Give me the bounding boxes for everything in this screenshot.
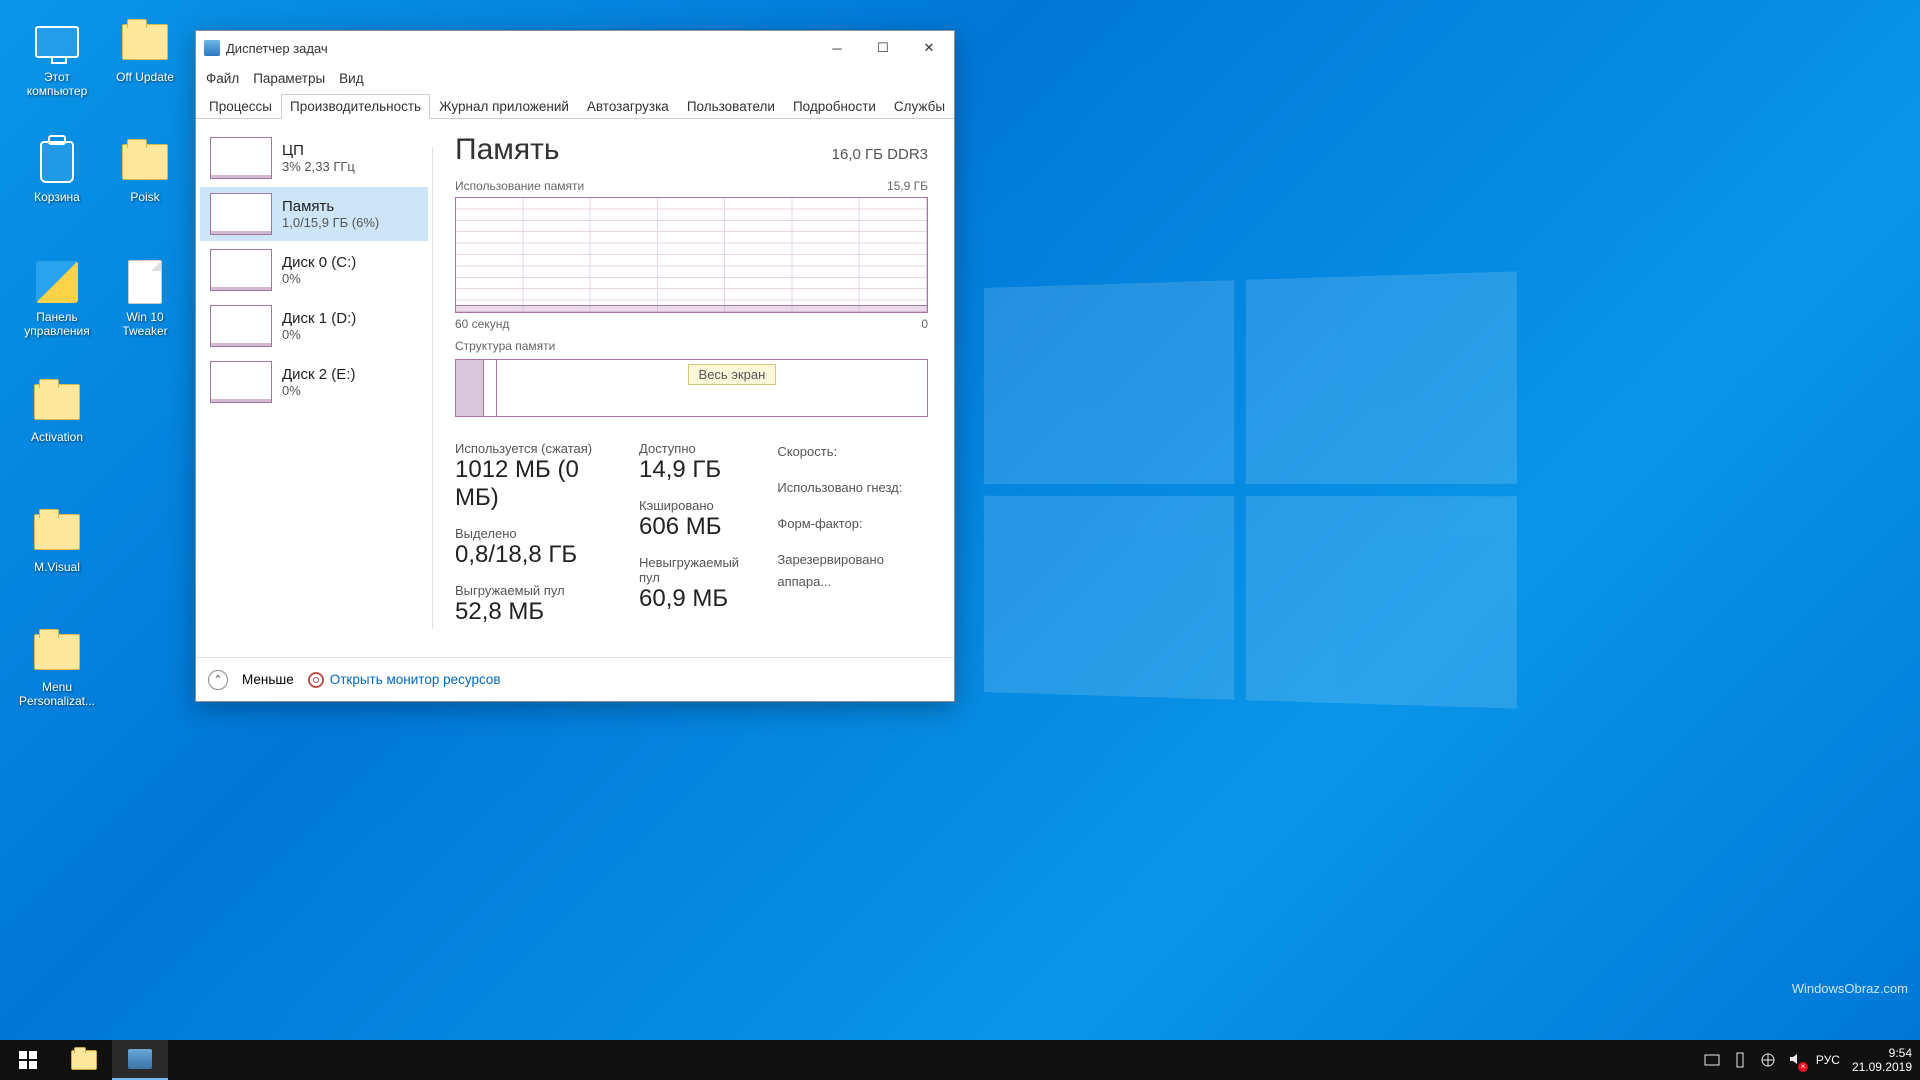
desktop-icon-label: Корзина bbox=[34, 190, 80, 204]
desktop-icon-win10-tweaker[interactable]: Win 10 Tweaker bbox=[100, 258, 190, 338]
tab-2[interactable]: Журнал приложений bbox=[430, 94, 578, 118]
resource-monitor-link[interactable]: Открыть монитор ресурсов bbox=[308, 672, 501, 688]
tooltip: Весь экран bbox=[688, 364, 777, 385]
kv-row: Использовано гнезд: bbox=[777, 477, 928, 499]
menubar: Файл Параметры Вид bbox=[196, 65, 954, 91]
desktop-icon-menu-personalization[interactable]: Menu Personalizat... bbox=[12, 628, 102, 708]
usb-icon[interactable] bbox=[1732, 1052, 1748, 1068]
language-indicator[interactable]: РУС bbox=[1816, 1053, 1840, 1067]
desktop-icon-recycle-bin[interactable]: Корзина bbox=[12, 138, 102, 204]
menu-параметры[interactable]: Параметры bbox=[253, 71, 325, 86]
desktop-icon-label: Off Update bbox=[116, 70, 174, 84]
menu-вид[interactable]: Вид bbox=[339, 71, 363, 86]
perf-thumb bbox=[210, 305, 272, 347]
window-title: Диспетчер задач bbox=[226, 41, 328, 56]
desktop-icon-label: Этот компьютер bbox=[27, 70, 88, 98]
taskbar[interactable]: × РУС 9:54 21.09.2019 bbox=[0, 1040, 1920, 1080]
composition-label: Структура памяти bbox=[455, 339, 555, 353]
minimize-button[interactable]: ─ bbox=[814, 33, 860, 63]
stat: Выгружаемый пул52,8 МБ bbox=[455, 583, 615, 626]
clock[interactable]: 9:54 21.09.2019 bbox=[1852, 1046, 1912, 1075]
memory-composition-chart[interactable]: Весь экран bbox=[455, 359, 928, 417]
kv-row: Скорость: bbox=[777, 441, 928, 463]
desktop-icon-label: Activation bbox=[31, 430, 83, 444]
task-manager-window: Диспетчер задач ─ ☐ ✕ Файл Параметры Вид П… bbox=[195, 30, 955, 702]
perf-title: Память bbox=[282, 198, 379, 215]
desktop-icon-control-panel[interactable]: Панель управления bbox=[12, 258, 102, 338]
titlebar[interactable]: Диспетчер задач ─ ☐ ✕ bbox=[196, 31, 954, 65]
perf-sub: 3% 2,33 ГГц bbox=[282, 159, 355, 174]
perf-thumb bbox=[210, 193, 272, 235]
desktop-icon-label: Win 10 Tweaker bbox=[122, 310, 167, 338]
axis-left: 60 секунд bbox=[455, 317, 509, 331]
perf-sub: 0% bbox=[282, 383, 355, 398]
perf-title: Диск 1 (D:) bbox=[282, 310, 356, 327]
start-button[interactable] bbox=[0, 1040, 56, 1080]
desktop-icon-activation[interactable]: Activation bbox=[12, 378, 102, 444]
desktop-icon-this-pc[interactable]: Этот компьютер bbox=[12, 18, 102, 98]
stat: Кэшировано606 МБ bbox=[639, 498, 753, 541]
perf-title: Диск 2 (E:) bbox=[282, 366, 355, 383]
kv-row: Зарезервировано аппара... bbox=[777, 549, 928, 593]
desktop-icon-label: Панель управления bbox=[24, 310, 89, 338]
desktop-icon-label: M.Visual bbox=[34, 560, 80, 574]
memory-usage-chart[interactable] bbox=[455, 197, 928, 313]
desktop-icon-mvisual[interactable]: M.Visual bbox=[12, 508, 102, 574]
app-icon bbox=[204, 40, 220, 56]
taskbar-explorer[interactable] bbox=[56, 1040, 112, 1080]
perf-thumb bbox=[210, 137, 272, 179]
desktop-icon-off-update[interactable]: Off Update bbox=[100, 18, 190, 84]
perf-thumb bbox=[210, 249, 272, 291]
stat: Доступно14,9 ГБ bbox=[639, 441, 753, 484]
desktop-icon-label: Menu Personalizat... bbox=[19, 680, 95, 708]
stat: Выделено0,8/18,8 ГБ bbox=[455, 526, 615, 569]
taskbar-task-manager[interactable] bbox=[112, 1040, 168, 1080]
footer: ⌃ Меньше Открыть монитор ресурсов bbox=[196, 657, 954, 701]
stat: Невыгружаемый пул60,9 МБ bbox=[639, 555, 753, 613]
windows-logo-backdrop bbox=[984, 271, 1517, 708]
memory-capacity: 16,0 ГБ DDR3 bbox=[832, 146, 928, 163]
perf-item-1[interactable]: Память1,0/15,9 ГБ (6%) bbox=[200, 187, 428, 241]
maximize-button[interactable]: ☐ bbox=[860, 33, 906, 63]
menu-файл[interactable]: Файл bbox=[206, 71, 239, 86]
perf-title: ЦП bbox=[282, 142, 355, 159]
tab-1[interactable]: Производительность bbox=[281, 94, 430, 119]
perf-item-3[interactable]: Диск 1 (D:)0% bbox=[200, 299, 428, 353]
desktop-icon-poisk[interactable]: Poisk bbox=[100, 138, 190, 204]
tabs: ПроцессыПроизводительностьЖурнал приложе… bbox=[196, 91, 954, 119]
perf-sub: 0% bbox=[282, 271, 356, 286]
perf-sub: 1,0/15,9 ГБ (6%) bbox=[282, 215, 379, 230]
tab-6[interactable]: Службы bbox=[885, 94, 954, 118]
tab-3[interactable]: Автозагрузка bbox=[578, 94, 678, 118]
desktop-icon-label: Poisk bbox=[130, 190, 159, 204]
tab-5[interactable]: Подробности bbox=[784, 94, 885, 118]
tray-icon[interactable] bbox=[1704, 1052, 1720, 1068]
tab-0[interactable]: Процессы bbox=[200, 94, 281, 118]
perf-item-2[interactable]: Диск 0 (C:)0% bbox=[200, 243, 428, 297]
perf-item-4[interactable]: Диск 2 (E:)0% bbox=[200, 355, 428, 409]
kv-row: Форм-фактор: bbox=[777, 513, 928, 535]
watermark: WindowsObraz.com bbox=[1792, 981, 1908, 996]
performance-sidebar: ЦП3% 2,33 ГГцПамять1,0/15,9 ГБ (6%)Диск … bbox=[196, 119, 432, 657]
volume-icon[interactable]: × bbox=[1788, 1051, 1804, 1070]
perf-item-0[interactable]: ЦП3% 2,33 ГГц bbox=[200, 131, 428, 185]
stat: Используется (сжатая)1012 МБ (0 МБ) bbox=[455, 441, 615, 512]
collapse-icon[interactable]: ⌃ bbox=[208, 670, 228, 690]
chart-max: 15,9 ГБ bbox=[887, 179, 928, 193]
perf-sub: 0% bbox=[282, 327, 356, 342]
fewer-details-button[interactable]: Меньше bbox=[242, 672, 294, 687]
axis-right: 0 bbox=[921, 317, 928, 331]
main-panel: Память 16,0 ГБ DDR3 Использование памяти… bbox=[433, 119, 954, 657]
main-heading: Память bbox=[455, 133, 560, 167]
network-icon[interactable] bbox=[1760, 1052, 1776, 1068]
tab-4[interactable]: Пользователи bbox=[678, 94, 784, 118]
chart-label: Использование памяти bbox=[455, 179, 584, 193]
resource-monitor-icon bbox=[308, 672, 324, 688]
close-button[interactable]: ✕ bbox=[906, 33, 952, 63]
perf-thumb bbox=[210, 361, 272, 403]
desktop[interactable]: Этот компьютер Off Update Корзина Poisk Пане… bbox=[0, 0, 1920, 1040]
perf-title: Диск 0 (C:) bbox=[282, 254, 356, 271]
